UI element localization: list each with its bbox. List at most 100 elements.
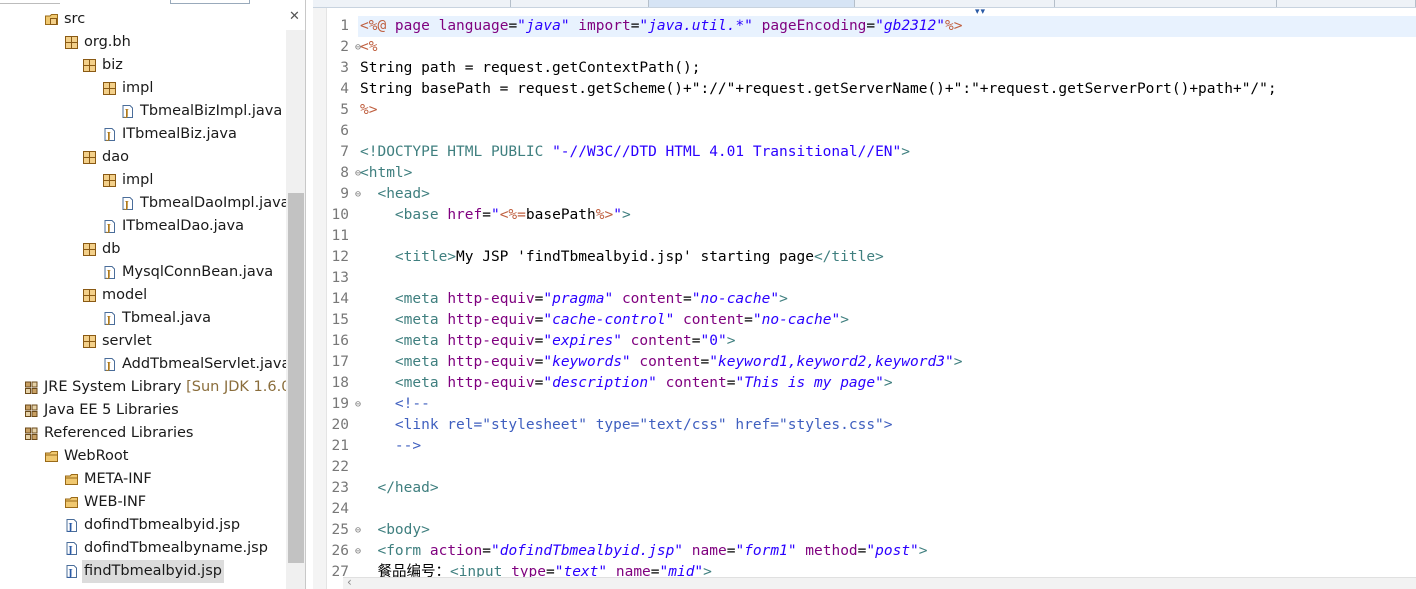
line-number-text: 19 — [331, 396, 349, 412]
tree-item[interactable]: db — [0, 238, 286, 261]
code-line[interactable] — [360, 457, 1416, 478]
line-number: 18 — [327, 373, 357, 394]
tree-item[interactable]: J TbmealDaoImpl.java — [0, 192, 290, 215]
scrollbar-thumb[interactable] — [288, 193, 304, 563]
tree-item[interactable]: J ITbmealBiz.java — [0, 123, 286, 146]
code-line[interactable]: <%@ page language="java" import="java.ut… — [358, 16, 1416, 37]
code-line[interactable]: <meta http-equiv="description" content="… — [360, 373, 1416, 394]
editor-tab[interactable] — [1055, 0, 1277, 7]
code-line[interactable]: <base href="<%=basePath%>"> — [360, 205, 1416, 226]
tree-item[interactable]: JdofindTbmealbyid.jsp — [0, 514, 286, 537]
code-line[interactable]: <meta http-equiv = "cache-control" content… — [360, 310, 1416, 331]
tree-item[interactable]: src — [0, 8, 286, 31]
tree-item[interactable]: META-INF — [0, 468, 286, 491]
line-number-text: 11 — [331, 228, 349, 244]
line-number-text: 10 — [331, 207, 349, 223]
line-number: 20 — [327, 415, 357, 436]
package-icon — [82, 242, 97, 257]
code-line[interactable] — [360, 121, 1416, 142]
code-line[interactable]: <meta http-equiv="expires" content="0"> — [360, 331, 1416, 352]
tree-item[interactable]: J TbmealBizImpl.java — [0, 100, 286, 123]
vertical-ruler[interactable] — [313, 8, 327, 589]
code-line[interactable]: <meta http-equiv="keywords" content="key… — [360, 352, 1416, 373]
tree-item[interactable]: WEB-INF — [0, 491, 286, 514]
code-line[interactable] — [360, 268, 1416, 289]
tree-item-text: org.bh — [84, 34, 131, 50]
view-tab-fragment[interactable] — [170, 0, 250, 4]
tree-item-text: JRE System Library — [44, 379, 182, 395]
tree-item[interactable]: dao — [0, 146, 286, 169]
tree-item[interactable]: WebRoot — [0, 445, 286, 468]
editor-tab[interactable] — [855, 0, 1055, 7]
tree-item[interactable]: J MysqlConnBean.java — [0, 261, 286, 284]
code-line[interactable]: <link rel="stylesheet" type="text/css" h… — [360, 415, 1416, 436]
code-token: "This is my page" — [735, 375, 884, 391]
code-line[interactable]: <!DOCTYPE HTML PUBLIC "-//W3C//DTD HTML … — [360, 142, 1416, 163]
code-line[interactable]: <html> — [360, 163, 1416, 184]
code-token: = — [683, 291, 692, 307]
scroll-left-icon[interactable]: ‹ — [347, 575, 352, 589]
horizontal-scrollbar[interactable]: ‹ — [343, 575, 1416, 589]
code-line[interactable]: <title>My JSP 'findTbmealbyid.jsp' start… — [360, 247, 1416, 268]
tree-item[interactable]: org.bh — [0, 31, 286, 54]
code-line[interactable]: <head> — [360, 184, 1416, 205]
tree-item[interactable]: Referenced Libraries — [0, 422, 286, 445]
code-line[interactable]: <meta http-equiv="pragma" content="no-ca… — [360, 289, 1416, 310]
svg-text:J: J — [106, 224, 111, 234]
tree-item[interactable]: impl — [0, 169, 286, 192]
code-token: "no-cache" — [752, 312, 841, 328]
tree-item[interactable]: JfindTbmealbyid.jsp — [0, 560, 286, 583]
java-file-icon: J — [120, 104, 135, 119]
tree-item-label: ITbmealDao.java — [122, 215, 244, 238]
tree-item-label: impl — [122, 77, 153, 100]
svg-text:J: J — [124, 201, 129, 211]
code-line[interactable]: %> — [360, 100, 1416, 121]
tree-item[interactable]: Java EE 5 Libraries — [0, 399, 286, 422]
line-number: 25 ⊖ — [327, 520, 361, 541]
code-token: "gb2312" — [875, 18, 945, 34]
editor-tab[interactable] — [511, 0, 649, 7]
editor-tab[interactable] — [1277, 0, 1416, 7]
code-line[interactable] — [360, 499, 1416, 520]
code-line[interactable]: String path = request.getContextPath(); — [360, 58, 1416, 79]
tree-item[interactable]: J ITbmealDao.java — [0, 215, 286, 238]
tree-item-text: servlet — [102, 333, 152, 349]
code-line[interactable]: </head> — [360, 478, 1416, 499]
tree-item-text: AddTbmealServlet.java — [122, 356, 291, 372]
code-line[interactable]: String basePath = request.getScheme()+":… — [360, 79, 1416, 100]
code-line[interactable]: --> — [360, 436, 1416, 457]
close-icon[interactable]: ✕ — [289, 9, 300, 24]
code-line[interactable] — [360, 226, 1416, 247]
tree-item[interactable]: J Tbmeal.java — [0, 307, 286, 330]
svg-text:J: J — [67, 546, 72, 556]
code-token: <!-- — [394, 396, 430, 412]
tree-item[interactable]: model — [0, 284, 286, 307]
package-icon — [82, 150, 97, 165]
line-number-gutter: 1 2 ⊖ 3 4 5 6 7 8 ⊖ 9 ⊖ 10 11 12 13 14 15 16 17 18 19 ⊖ 20 21 22 2… — [327, 16, 361, 583]
view-tab-fragment[interactable] — [0, 0, 60, 4]
code-token: "-//W3C//DTD HTML 4.01 Transitional//EN" — [552, 144, 902, 160]
tree-item[interactable]: servlet — [0, 330, 286, 353]
code-line[interactable]: <% — [360, 37, 1416, 58]
explorer-scrollbar[interactable] — [286, 30, 305, 589]
code-editor[interactable]: ▾▾ 1 2 ⊖ 3 4 5 6 7 8 ⊖ 9 ⊖ 10 11 12 13 14 15 16 17 18 19 ⊖ 20 21… — [313, 0, 1416, 589]
tree-item[interactable]: biz — [0, 54, 286, 77]
editor-tab-active[interactable] — [649, 0, 855, 7]
code-area[interactable]: <%@ page language="java" import="java.ut… — [358, 16, 1416, 583]
code-token: > — [621, 207, 631, 223]
code-line[interactable]: <form action="dofindTbmealbyid.jsp" name… — [360, 541, 1416, 562]
editor-tab[interactable] — [313, 0, 511, 7]
tree-item[interactable]: JRE System Library [Sun JDK 1.6.0 — [0, 376, 290, 399]
package-icon — [64, 35, 79, 50]
library-icon — [24, 426, 39, 441]
code-line[interactable]: <!-- — [360, 394, 1416, 415]
tree-item[interactable]: JdofindTbmealbyname.jsp — [0, 537, 286, 560]
tree-item[interactable]: J AddTbmealServlet.java — [0, 353, 290, 376]
tree-item[interactable]: impl — [0, 77, 286, 100]
library-icon — [24, 380, 39, 395]
code-line[interactable]: <body> — [360, 520, 1416, 541]
code-token: "description" — [543, 375, 657, 391]
